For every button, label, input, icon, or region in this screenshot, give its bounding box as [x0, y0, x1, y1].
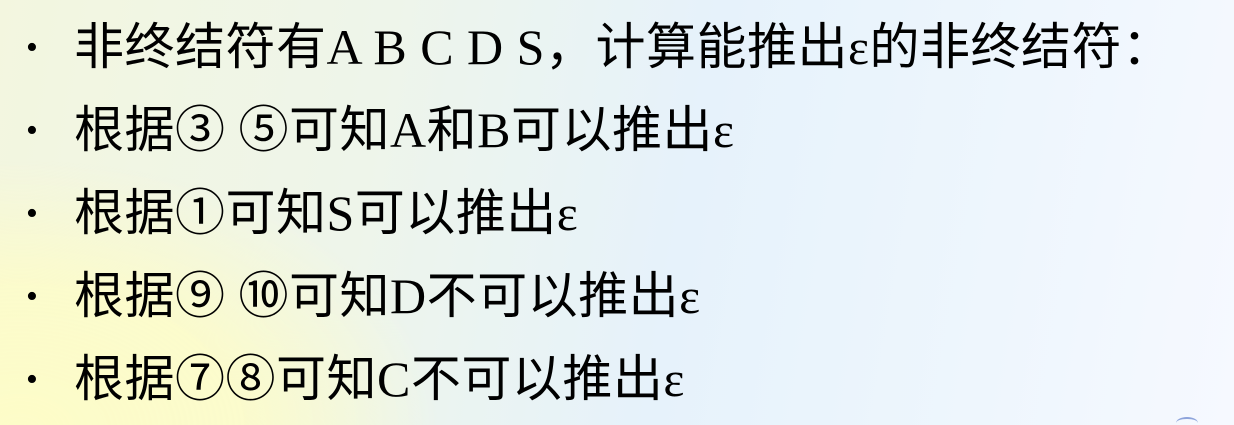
bullet-icon: • [26, 112, 38, 149]
bullet-item: • 根据⑦⑧可知C不可以推出ε [26, 338, 1226, 421]
bullet-icon: • [26, 29, 38, 66]
bullet-text: 根据③ ⑤可知A和B可以推出ε [74, 102, 735, 158]
slide: • 非终结符有A B C D S，计算能推出ε的非终结符： • 根据③ ⑤可知A… [0, 0, 1234, 425]
bullet-text: 根据⑦⑧可知C不可以推出ε [74, 351, 685, 407]
bullet-icon: • [26, 278, 38, 315]
bullet-list: • 非终结符有A B C D S，计算能推出ε的非终结符： • 根据③ ⑤可知A… [26, 6, 1226, 421]
page-corner-mark [1176, 417, 1198, 425]
bullet-text: 根据⑨ ⑩可知D不可以推出ε [74, 268, 701, 324]
bullet-icon: • [26, 361, 38, 398]
bullet-text: 非终结符有A B C D S，计算能推出ε的非终结符： [74, 19, 1173, 75]
bullet-icon: • [26, 195, 38, 232]
bullet-item: • 根据③ ⑤可知A和B可以推出ε [26, 89, 1226, 172]
bullet-text: 根据①可知S可以推出ε [74, 185, 579, 241]
bullet-item: • 根据⑨ ⑩可知D不可以推出ε [26, 255, 1226, 338]
bullet-item: • 非终结符有A B C D S，计算能推出ε的非终结符： [26, 6, 1226, 89]
bullet-item: • 根据①可知S可以推出ε [26, 172, 1226, 255]
